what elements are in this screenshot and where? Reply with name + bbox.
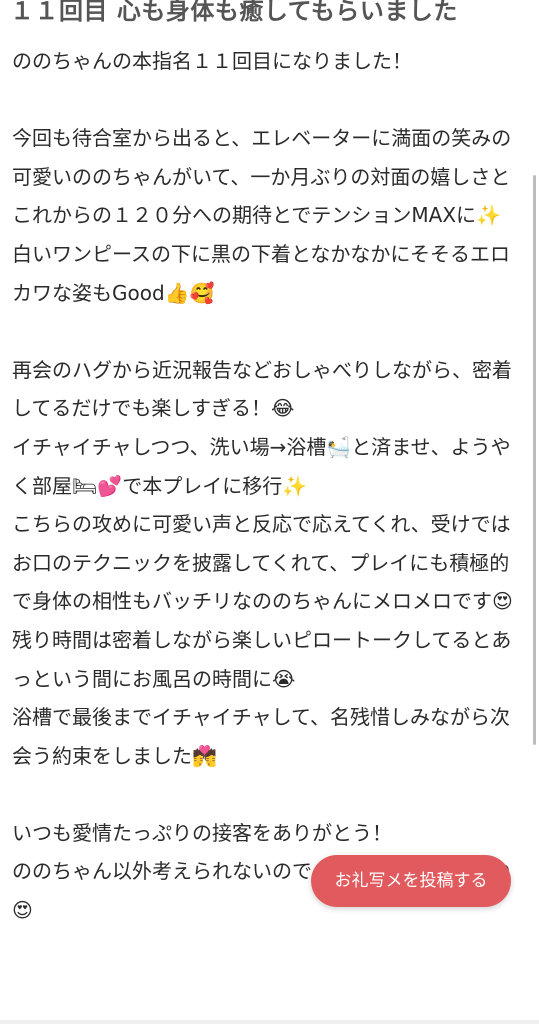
post-paragraph: 白いワンピースの下に黒の下着となかなかにそそるエロカワな姿もGood👍🥰 <box>12 241 510 305</box>
post-body: ののちゃんの本指名１１回目になりました！ 今回も待合室から出ると、エレベーターに… <box>12 42 526 930</box>
post-paragraph: イチャイチャしつつ、洗い場→浴槽🛀と済ませ、ようやく部屋🛏💕で本プレイに移行✨ <box>12 434 511 498</box>
post-blank-line <box>12 775 526 814</box>
post-blank-line <box>12 81 526 120</box>
post-thank-you-photo-button[interactable]: お礼写メを投稿する <box>311 855 511 907</box>
post-title: １１回目 心も身体も癒してもらいました <box>10 0 458 25</box>
post-paragraph: 浴槽で最後までイチャイチャして、名残惜しみながら次会う約束をしました💏 <box>12 705 510 768</box>
post-blank-line <box>12 312 526 351</box>
bottom-divider <box>0 1020 539 1024</box>
post-paragraph: いつも愛情たっぷりの接客をありがとう！ <box>12 820 392 845</box>
scrollbar[interactable] <box>533 175 536 745</box>
post-paragraph: 今回も待合室から出ると、エレベーターに満面の笑みの可愛いののちゃんがいて、一か月… <box>12 126 512 228</box>
post-paragraph: こちらの攻めに可愛い声と反応で応えてくれ、受けではお口のテクニックを披露してくれ… <box>12 512 513 614</box>
review-page: １１回目 心も身体も癒してもらいました ののちゃんの本指名１１回目になりました！… <box>0 0 539 1024</box>
post-paragraph: 残り時間は密着しながら楽しいピロートークしてるとあっという間にお風呂の時間に😭 <box>12 627 512 691</box>
post-paragraph: 再会のハグから近況報告などおしゃべりしながら、密着してるだけでも楽しすぎる！😂 <box>12 357 512 421</box>
post-paragraph: ののちゃんの本指名１１回目になりました！ <box>12 49 412 73</box>
